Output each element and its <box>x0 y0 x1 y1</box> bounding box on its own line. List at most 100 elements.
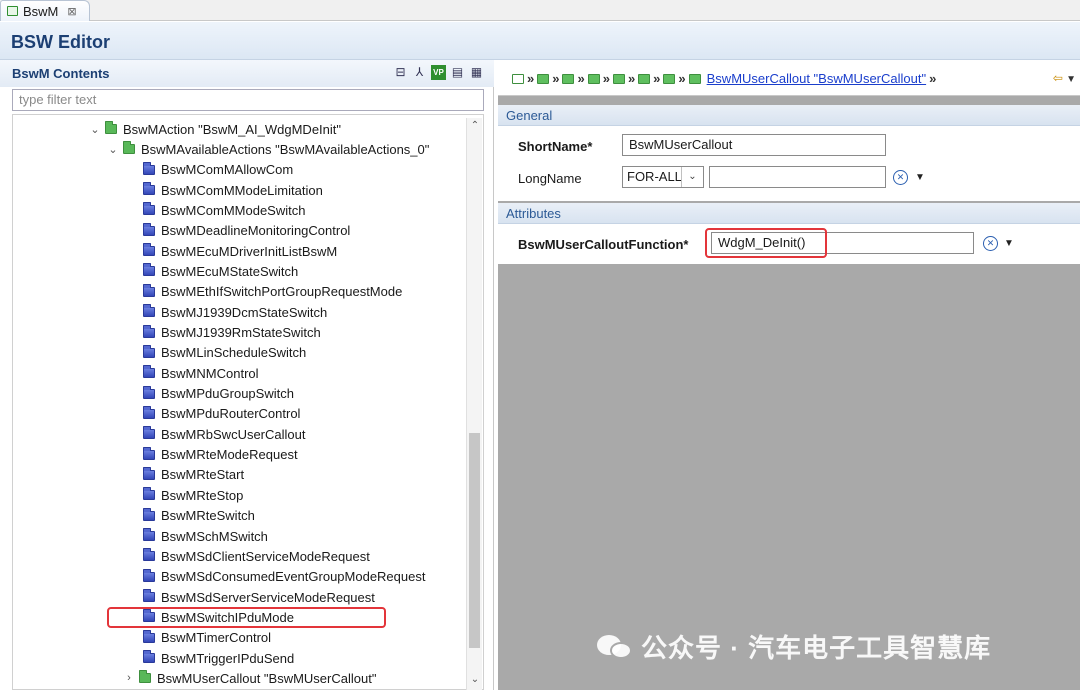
tree-item[interactable]: BswMLinScheduleSwitch <box>141 343 306 363</box>
shortname-field[interactable]: BswMUserCallout <box>622 134 886 156</box>
definition-folder-icon <box>143 222 155 236</box>
tree-item-label: BswMAvailableActions "BswMAvailableActio… <box>141 141 430 157</box>
chevron-right-icon[interactable]: › <box>123 672 135 684</box>
tree-item[interactable]: BswMComMModeSwitch <box>141 200 305 220</box>
tree-item[interactable]: BswMEcuMStateSwitch <box>141 261 298 281</box>
tree-item-label: BswMRteStop <box>161 487 244 503</box>
module-icon <box>7 6 18 16</box>
tree-item[interactable]: BswMSdServerServiceModeRequest <box>141 587 375 607</box>
definition-folder-icon <box>143 650 155 664</box>
separator-icon: » <box>577 71 585 86</box>
selected-item-highlight <box>107 607 386 628</box>
watermark-text: 公众号 · 汽车电子工具智慧库 <box>641 633 992 663</box>
chevron-down-icon[interactable]: ▼ <box>1066 74 1076 85</box>
collapse-all-icon[interactable]: ⊟ <box>393 65 408 80</box>
definition-folder-icon <box>143 385 155 399</box>
tree-item[interactable]: ⌄ BswMAvailableActions "BswMAvailableActi… <box>107 139 429 159</box>
longname-language-value: FOR-ALL <box>627 169 682 184</box>
tree-item[interactable]: BswMEcuMDriverInitListBswM <box>141 241 337 261</box>
tree-scrollbar[interactable]: ⌃ ⌄ <box>466 118 482 690</box>
longname-field[interactable] <box>709 166 886 188</box>
tree-item[interactable]: BswMTimerControl <box>141 628 271 648</box>
breadcrumb: » » » » » » » BswMUserCallout "BswMUserC… <box>498 60 1080 96</box>
tree-item-label: BswMPduRouterControl <box>161 406 301 422</box>
editor-tab-bar: BswM ⊠ <box>0 0 1080 21</box>
tree-item-label: BswMUserCallout "BswMUserCallout" <box>157 670 377 686</box>
tree-item[interactable]: BswMComMModeLimitation <box>141 180 323 200</box>
close-icon[interactable]: ⊠ <box>67 5 76 18</box>
chevron-down-icon[interactable]: ▼ <box>915 172 925 183</box>
tree-item[interactable]: BswMJ1939DcmStateSwitch <box>141 302 327 322</box>
tree-item[interactable]: BswMSchMSwitch <box>141 526 268 546</box>
tree-item[interactable]: BswMDeadlineMonitoringControl <box>141 221 350 241</box>
folder-icon[interactable] <box>512 73 524 84</box>
contents-panel: BswM Contents ⊟ ⅄ VP ▤ ▦ type filter tex… <box>0 60 494 690</box>
definition-folder-icon <box>143 568 155 582</box>
tree-item[interactable]: › BswMUserCallout "BswMUserCallout" <box>123 668 376 688</box>
tree-item[interactable]: BswMSdConsumedEventGroupModeRequest <box>141 567 425 587</box>
separator-icon: » <box>527 71 535 86</box>
tree-item[interactable]: BswMRbSwcUserCallout <box>141 424 305 444</box>
clear-icon[interactable]: ✕ <box>893 170 908 185</box>
contents-header: BswM Contents ⊟ ⅄ VP ▤ ▦ <box>0 60 494 87</box>
tree-item-label: BswMJ1939RmStateSwitch <box>161 325 321 340</box>
editor-header: BSW Editor <box>0 22 1080 60</box>
tree-item[interactable]: BswMRteSwitch <box>141 506 255 526</box>
nav-back-button[interactable]: ⇦ ▼ <box>1053 71 1076 85</box>
definition-folder-icon <box>143 304 155 318</box>
filter-input[interactable]: type filter text <box>12 89 484 111</box>
definition-folder-icon <box>143 507 155 521</box>
tree-item-label: BswMSdConsumedEventGroupModeRequest <box>161 569 426 585</box>
breadcrumb-link[interactable]: BswMUserCallout "BswMUserCallout" <box>707 71 926 86</box>
definition-folder-icon <box>143 263 155 277</box>
separator-icon: » <box>678 71 686 86</box>
folder-icon[interactable] <box>587 73 600 84</box>
folder-icon[interactable] <box>537 73 550 84</box>
tree-item[interactable]: BswMRteStop <box>141 485 243 505</box>
tree-item[interactable]: BswMRteStart <box>141 465 244 485</box>
chevron-down-icon[interactable]: ⌄ <box>107 143 119 156</box>
hierarchy-icon[interactable]: ⅄ <box>412 65 427 80</box>
folder-icon[interactable] <box>663 73 676 84</box>
tree-item[interactable]: BswMNMControl <box>141 363 259 383</box>
tree-item[interactable]: BswMTriggerIPduSend <box>141 648 294 668</box>
general-heading: General <box>498 105 1080 126</box>
clear-icon[interactable]: ✕ <box>983 236 998 251</box>
tree-item[interactable]: BswMEthIfSwitchPortGroupRequestMode <box>141 282 402 302</box>
tree-item[interactable]: BswMComMAllowCom <box>141 160 293 180</box>
folder-icon[interactable] <box>612 73 625 84</box>
vp-icon[interactable]: VP <box>431 65 446 80</box>
chevron-down-icon[interactable]: ⌄ <box>89 123 101 136</box>
tree-item-label: BswMEthIfSwitchPortGroupRequestMode <box>161 284 403 300</box>
document-icon[interactable]: ▤ <box>450 65 465 80</box>
tree-item[interactable]: BswMPduRouterControl <box>141 404 300 424</box>
attributes-section: Attributes BswMUserCalloutFunction* WdgM… <box>498 203 1080 264</box>
chevron-down-icon[interactable]: ▼ <box>1004 238 1014 249</box>
tree-item[interactable]: BswMSdClientServiceModeRequest <box>141 546 370 566</box>
folder-icon[interactable] <box>688 73 701 84</box>
table-icon[interactable]: ▦ <box>469 65 484 80</box>
folder-icon[interactable] <box>638 73 651 84</box>
shortname-label: ShortName* <box>518 139 593 154</box>
definition-folder-icon <box>143 466 155 480</box>
longname-language-select[interactable]: FOR-ALL ⌄ <box>622 166 704 188</box>
scrollbar-thumb[interactable] <box>469 433 480 648</box>
scroll-down-icon[interactable]: ⌄ <box>467 674 483 685</box>
tree-item[interactable]: BswMRteModeRequest <box>141 445 298 465</box>
folder-icon[interactable] <box>562 73 575 84</box>
contents-title: BswM Contents <box>12 66 110 81</box>
tree-item[interactable]: BswMJ1939RmStateSwitch <box>141 323 321 343</box>
separator-icon: » <box>929 71 937 86</box>
tree-item[interactable]: ⌄ BswMAction "BswM_AI_WdgMDeInit" <box>89 119 341 139</box>
definition-folder-icon <box>143 182 155 196</box>
tab-bswm[interactable]: BswM ⊠ <box>0 0 90 21</box>
container-folder-icon <box>123 141 135 155</box>
separator-icon: » <box>602 71 610 86</box>
scroll-up-icon[interactable]: ⌃ <box>467 120 483 131</box>
tree-item[interactable]: BswMPduGroupSwitch <box>141 384 294 404</box>
separator-icon: » <box>627 71 636 86</box>
definition-folder-icon <box>143 629 155 643</box>
definition-folder-icon <box>143 202 155 216</box>
chevron-down-icon[interactable]: ⌄ <box>681 167 703 187</box>
tree-item-label: BswMEcuMStateSwitch <box>161 263 299 279</box>
